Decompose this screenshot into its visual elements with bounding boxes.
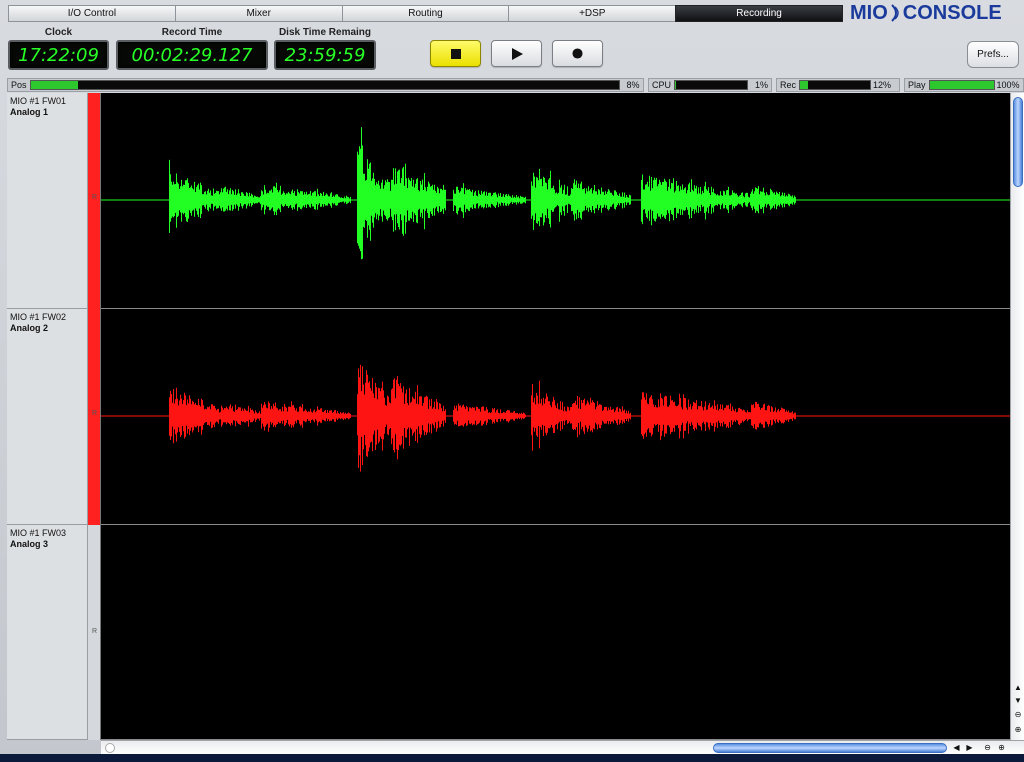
tab-mixer[interactable]: Mixer (174, 5, 342, 22)
stop-icon (450, 48, 461, 59)
track-2-channel: Analog 2 (10, 323, 49, 333)
cpu-meter-value: 1% (755, 80, 769, 90)
track-1-waveform-svg (101, 127, 1010, 260)
track-3: MIO #1 FW03 Analog 3 R (7, 525, 1010, 740)
pos-meter-label: Pos (11, 80, 27, 90)
track-3-waveform[interactable] (101, 525, 1010, 740)
tab-io-control[interactable]: I/O Control (8, 5, 175, 22)
stop-button[interactable] (430, 40, 481, 67)
track-3-channel: Analog 3 (10, 539, 49, 549)
record-icon (572, 48, 583, 59)
play-meter-value: 100% (996, 80, 1020, 90)
track-2: MIO #1 FW02 Analog 2 R (7, 309, 1010, 525)
disk-time-label: Disk Time Remaing (278, 27, 372, 38)
rec-meter-bar (799, 80, 872, 90)
clock-label: Clock (44, 27, 73, 38)
track-1-device: MIO #1 FW01 (10, 96, 67, 106)
brand-console-text: CONSOLE (902, 1, 1002, 24)
play-icon (511, 47, 523, 60)
rec-meter-value: 12% (873, 80, 892, 90)
prefs-button[interactable]: Prefs... (967, 41, 1019, 68)
rec-meter-label: Rec (780, 80, 797, 90)
play-meter-bar (928, 80, 995, 90)
chevron-down-icon[interactable]: ▼ (1012, 694, 1024, 707)
track-3-device: MIO #1 FW03 (10, 528, 67, 538)
cpu-meter-bar (674, 80, 749, 90)
track-1: MIO #1 FW01 Analog 1 R (7, 93, 1010, 309)
clock-display-group: Clock 17:22:09 (8, 27, 109, 70)
horizontal-scrollbar[interactable]: ◀ ▶ ⊖ ⊕ (101, 740, 1024, 754)
track-2-waveform-svg (101, 364, 1010, 472)
track-area: MIO #1 FW01 Analog 1 R MIO #1 FW02 Analo… (7, 93, 1010, 740)
cpu-meter-fill (675, 81, 676, 89)
brand-logo: MIO CONSOLE (850, 2, 1020, 24)
zoom-in-icon[interactable]: ⊕ (995, 741, 1008, 754)
mio-console-window: I/O Control Mixer Routing +DSP Recording… (0, 0, 1024, 762)
cpu-meter-label: CPU (652, 80, 672, 90)
track-3-r-label: R (92, 628, 98, 635)
pos-meter-fill (30, 81, 78, 89)
vertical-scroll-thumb[interactable] (1013, 97, 1023, 187)
horizontal-scroll-thumb[interactable] (713, 743, 947, 753)
cpu-meter: CPU 1% (648, 78, 772, 92)
play-meter-label: Play (908, 80, 926, 90)
tab-recording[interactable]: Recording (675, 5, 843, 22)
brand-mio-text: MIO (850, 1, 888, 24)
track-2-device: MIO #1 FW02 (10, 312, 67, 322)
chevron-left-icon[interactable]: ◀ (950, 741, 963, 754)
disk-time-display-group: Disk Time Remaing 23:59:59 (274, 27, 376, 70)
meter-strip: Pos 8% CPU 1% Rec 12% Play 100% (7, 78, 1024, 92)
tab-routing[interactable]: Routing (341, 5, 509, 22)
pos-meter: Pos 8% (7, 78, 644, 92)
track-1-arm-strip[interactable] (88, 93, 101, 309)
tab-bar: I/O Control Mixer Routing +DSP Recording (8, 5, 843, 22)
zoom-in-icon[interactable]: ⊕ (1012, 723, 1024, 736)
brand-arc-icon (891, 4, 899, 22)
track-3-waveform-svg (101, 631, 1010, 633)
chevron-right-icon[interactable]: ▶ (963, 741, 976, 754)
record-time-label: Record Time (161, 27, 223, 38)
rec-meter-fill (800, 81, 809, 89)
track-3-header[interactable]: MIO #1 FW03 Analog 3 (7, 525, 88, 740)
track-2-header[interactable]: MIO #1 FW02 Analog 2 (7, 309, 88, 525)
track-2-arm-strip[interactable] (88, 309, 101, 525)
record-button[interactable] (552, 40, 603, 67)
vertical-scrollbar[interactable]: ▲ ▼ ⊖ ⊕ (1010, 93, 1024, 740)
play-meter-fill (929, 81, 994, 89)
track-1-header[interactable]: MIO #1 FW01 Analog 1 (7, 93, 88, 309)
zoom-out-icon[interactable]: ⊖ (1012, 708, 1024, 721)
track-1-channel: Analog 1 (10, 107, 49, 117)
disk-time-display: 23:59:59 (274, 40, 376, 70)
track-2-r-label: R (92, 410, 98, 417)
track-1-r-label: R (92, 194, 98, 201)
clock-display: 17:22:09 (8, 40, 109, 70)
record-time-display: 00:02:29.127 (116, 40, 268, 70)
rec-meter: Rec 12% (776, 78, 900, 92)
pos-meter-bar[interactable] (29, 80, 620, 90)
pos-meter-value: 8% (626, 80, 640, 90)
play-meter: Play 100% (904, 78, 1024, 92)
track-2-waveform[interactable] (101, 309, 1010, 525)
zoom-out-icon[interactable]: ⊖ (981, 741, 994, 754)
play-button[interactable] (491, 40, 542, 67)
horizontal-scroll-left-cap (105, 743, 115, 753)
tab-dsp[interactable]: +DSP (508, 5, 676, 22)
desktop-background (0, 754, 1024, 762)
record-time-display-group: Record Time 00:02:29.127 (116, 27, 268, 70)
track-1-waveform[interactable] (101, 93, 1010, 309)
chevron-up-icon[interactable]: ▲ (1012, 681, 1024, 694)
